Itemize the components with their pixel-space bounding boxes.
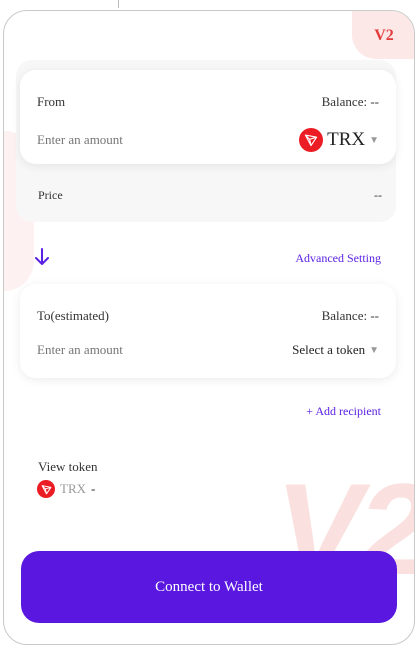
price-label: Price <box>38 188 63 202</box>
tron-icon <box>37 480 55 498</box>
from-balance: Balance: -- <box>321 94 379 109</box>
to-balance: Balance: -- <box>321 308 379 323</box>
tron-icon <box>299 128 324 152</box>
from-label: From <box>37 94 66 109</box>
from-token-select[interactable]: TRX ▼ <box>299 128 379 152</box>
add-recipient-link[interactable]: + Add recipient <box>306 404 381 419</box>
to-amount-input[interactable] <box>37 342 177 358</box>
to-card: To(estimated) Balance: -- Select a token… <box>20 284 396 378</box>
view-token-value: - <box>91 481 96 496</box>
to-token-select[interactable]: Select a token ▼ <box>292 342 379 358</box>
from-amount-input[interactable] <box>37 132 177 148</box>
view-token-row[interactable]: TRX - <box>37 480 95 498</box>
select-token-label: Select a token <box>292 342 366 357</box>
price-value: -- <box>374 188 382 202</box>
from-card: From Balance: -- TRX ▼ <box>20 70 396 164</box>
chevron-down-icon: ▼ <box>369 134 379 146</box>
chevron-down-icon: ▼ <box>369 344 379 356</box>
to-label: To(estimated) <box>37 308 110 323</box>
price-row: Price -- <box>38 188 382 203</box>
view-token-symbol: TRX <box>60 481 86 496</box>
version-badge: V2 <box>352 11 414 59</box>
view-token-label: View token <box>38 459 98 474</box>
from-token-symbol: TRX <box>327 129 366 150</box>
arrow-down-icon[interactable] <box>34 248 50 271</box>
advanced-setting-link[interactable]: Advanced Setting <box>295 251 381 266</box>
connect-wallet-button[interactable]: Connect to Wallet <box>21 551 397 623</box>
top-divider <box>118 0 119 8</box>
